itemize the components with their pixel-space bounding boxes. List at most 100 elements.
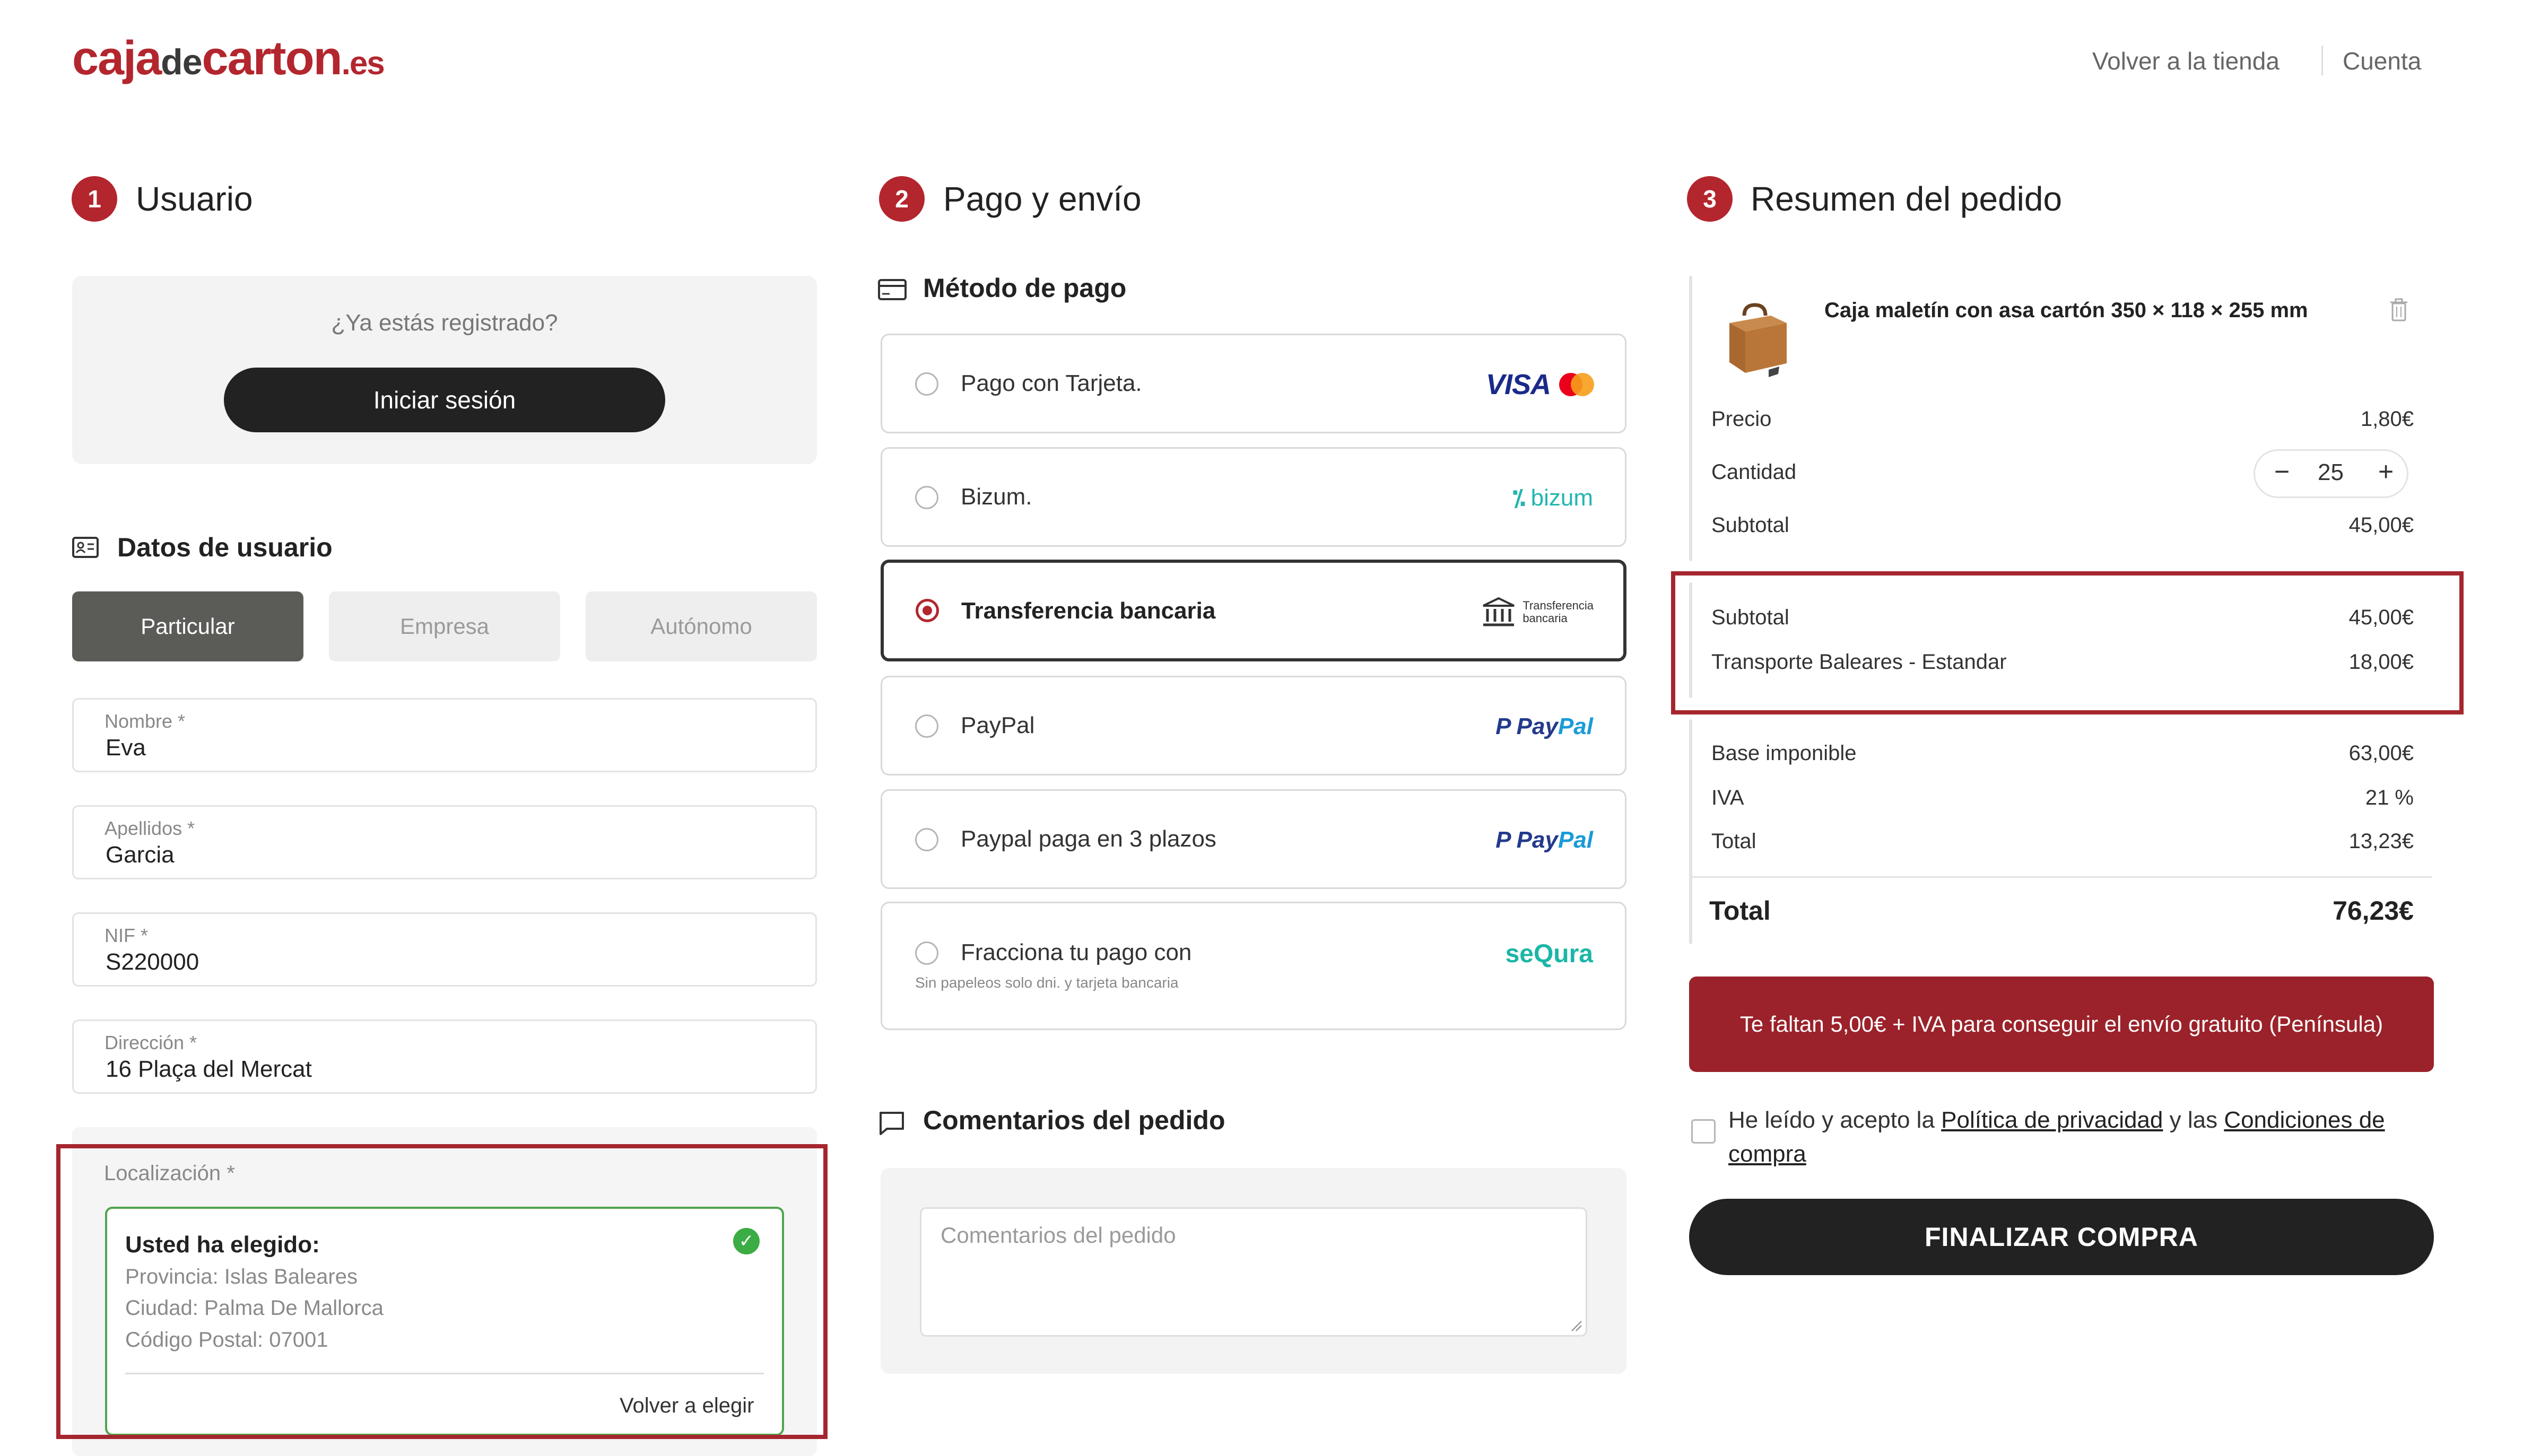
payment-option-label: PayPal (961, 712, 1035, 738)
payment-option-label: Pago con Tarjeta. (961, 370, 1142, 396)
tax-total-label: Total (1711, 830, 1756, 853)
comment-icon (878, 1111, 905, 1139)
site-logo[interactable]: cajadecarton.es (72, 29, 385, 93)
paypal-logo-part2: Pal (1558, 827, 1593, 853)
payment-option-paypal[interactable]: PayPal P Pay Pal (881, 676, 1626, 775)
payment-option-card[interactable]: Pago con Tarjeta. VISA (881, 334, 1626, 433)
bank-logo-line1: Transferencia (1522, 599, 1594, 612)
product-thumbnail (1720, 300, 1794, 382)
field-value: Eva (106, 735, 146, 761)
bizum-logo: ⁒ bizum (1512, 479, 1593, 517)
paypal-logo-part1: Pay (1516, 713, 1558, 739)
field-label: NIF * (105, 925, 149, 946)
address-field[interactable]: Dirección * 16 Plaça del Mercat (72, 1019, 817, 1094)
paypal-p-icon: P (1495, 827, 1511, 853)
radio-button-selected[interactable] (916, 599, 939, 622)
price-label: Precio (1711, 407, 1772, 431)
paypal-logo: P Pay Pal (1495, 708, 1593, 745)
bank-icon (1483, 597, 1515, 626)
terms-text-mid: y las (2163, 1107, 2224, 1133)
payment-option-bizum[interactable]: Bizum. ⁒ bizum (881, 447, 1626, 547)
bank-logo-line2: bancaria (1522, 612, 1568, 625)
grand-total-label: Total (1709, 896, 1771, 926)
iva-label: IVA (1711, 786, 1744, 809)
totals-divider (1691, 876, 2432, 878)
visa-logo-text: VISA (1485, 369, 1551, 400)
payment-option-label: Transferencia bancaria (961, 598, 1216, 624)
order-comments-title: Comentarios del pedido (923, 1105, 1225, 1135)
header-divider (2321, 46, 2323, 75)
summary-section-title: Resumen del pedido (1751, 180, 2063, 218)
account-link[interactable]: Cuenta (2343, 47, 2421, 75)
quantity-value[interactable]: 25 (2318, 459, 2344, 486)
logo-part-tld: .es (341, 45, 385, 82)
bizum-mark-icon: ⁒ (1512, 485, 1526, 511)
comments-textarea[interactable]: Comentarios del pedido (920, 1207, 1587, 1337)
tax-total-value: 13,23€ (2348, 830, 2414, 853)
radio-button[interactable] (915, 486, 938, 509)
step-3-badge: 3 (1687, 176, 1733, 222)
login-question: ¿Ya estás registrado? (331, 310, 558, 336)
highlight-shipping-box (1671, 571, 2464, 714)
mastercard-icon (1559, 373, 1594, 396)
visa-mastercard-logo: VISA (1485, 366, 1594, 403)
user-section-title: Usuario (136, 180, 253, 218)
plus-icon[interactable]: + (2378, 456, 2394, 487)
logo-part-caja: caja (72, 32, 162, 85)
minus-icon[interactable]: − (2274, 456, 2290, 487)
login-button[interactable]: Iniciar sesión (224, 368, 665, 432)
payment-option-label: Fracciona tu pago con (961, 939, 1192, 965)
finalize-purchase-button[interactable]: FINALIZAR COMPRA (1689, 1199, 2434, 1275)
field-label: Apellidos * (105, 817, 195, 839)
logo-part-de: de (161, 42, 202, 82)
payment-option-transfer[interactable]: Transferencia bancaria Transferencia banc… (881, 560, 1626, 661)
logo-part-carton: carton (202, 32, 343, 85)
comments-placeholder: Comentarios del pedido (941, 1223, 1176, 1248)
field-label: Nombre * (105, 710, 186, 732)
highlight-location-box (56, 1144, 828, 1439)
payment-option-label: Paypal paga en 3 plazos (961, 826, 1216, 852)
product-card (1689, 276, 1692, 561)
terms-checkbox[interactable] (1691, 1119, 1716, 1144)
tab-particular[interactable]: Particular (72, 591, 303, 661)
nif-field[interactable]: NIF * S220000 (72, 912, 817, 987)
payment-option-sequra[interactable]: Fracciona tu pago con Sin papeleos solo … (881, 902, 1626, 1030)
payment-section-title: Pago y envío (943, 180, 1142, 218)
tab-autonomo[interactable]: Autónomo (586, 591, 817, 661)
price-value: 1,80€ (2360, 407, 2414, 431)
payment-option-paypal-3-installments[interactable]: Paypal paga en 3 plazos P Pay Pal (881, 789, 1626, 889)
field-value: S220000 (106, 949, 199, 975)
tax-base-value: 63,00€ (2348, 742, 2414, 765)
grand-total-value: 76,23€ (2333, 896, 2414, 926)
radio-button[interactable] (915, 372, 938, 396)
sequra-logo: seQura (1505, 939, 1593, 968)
totals-card (1689, 719, 1692, 944)
radio-button[interactable] (915, 828, 938, 851)
iva-value: 21 % (2365, 786, 2414, 809)
tab-empresa[interactable]: Empresa (329, 591, 560, 661)
radio-button[interactable] (915, 714, 938, 738)
last-name-field[interactable]: Apellidos * Garcia (72, 805, 817, 879)
radio-button[interactable] (915, 941, 938, 965)
field-label: Dirección * (105, 1032, 197, 1053)
paypal-logo-part2: Pal (1558, 713, 1593, 739)
back-to-store-link[interactable]: Volver a la tienda (2092, 47, 2280, 75)
tax-base-label: Base imponible (1711, 742, 1857, 765)
first-name-field[interactable]: Nombre * Eva (72, 698, 817, 772)
quantity-stepper[interactable]: − 25 + (2254, 449, 2408, 498)
id-card-icon (72, 536, 99, 562)
bank-transfer-logo: Transferencia bancaria (1481, 594, 1594, 631)
product-name: Caja maletín con asa cartón 350 × 118 × … (1824, 299, 2308, 322)
quantity-label: Cantidad (1711, 460, 1797, 484)
step-1-badge: 1 (72, 176, 117, 222)
step-2-badge: 2 (879, 176, 925, 222)
field-value: Garcia (106, 842, 175, 868)
payment-option-note: Sin papeleos solo dni. y tarjeta bancari… (915, 974, 1179, 991)
user-data-title: Datos de usuario (117, 533, 333, 562)
product-subtotal-value: 45,00€ (2348, 513, 2414, 537)
trash-icon[interactable] (2388, 297, 2409, 325)
payment-method-title: Método de pago (923, 273, 1127, 303)
resize-handle-icon[interactable] (1570, 1319, 1582, 1332)
terms-text-pre: He leído y acepto la (1728, 1107, 1942, 1133)
privacy-policy-link[interactable]: Política de privacidad (1941, 1107, 2163, 1133)
